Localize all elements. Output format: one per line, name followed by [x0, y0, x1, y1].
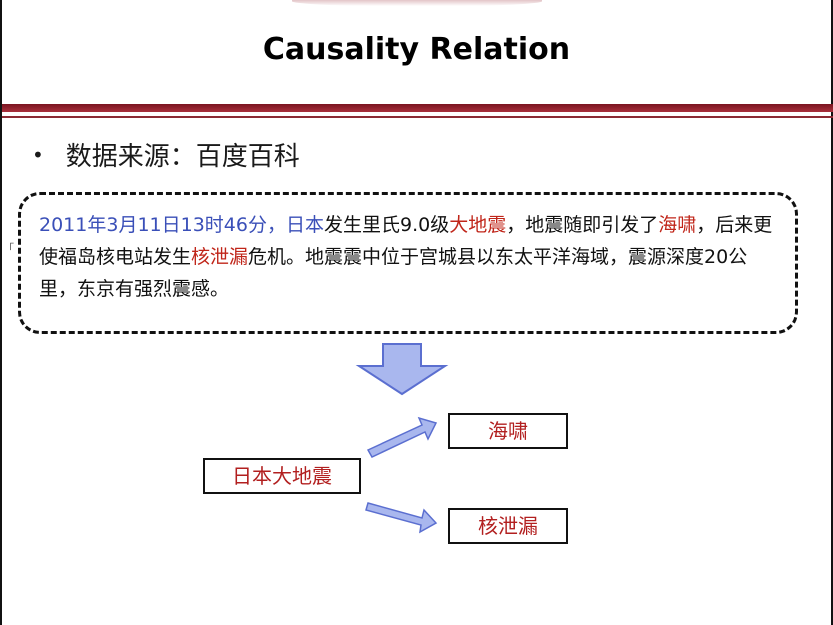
arrow-to-effect-1-icon [366, 416, 438, 458]
causality-diagram [355, 343, 449, 534]
effect-node-nuclear-leak: 核泄漏 [448, 508, 568, 544]
down-arrow-icon [355, 343, 449, 396]
effect-node-tsunami: 海啸 [448, 413, 568, 449]
arrow-to-effect-2-icon [365, 502, 438, 534]
cause-node: 日本大地震 [203, 458, 361, 494]
slide: Causality Relation • 数据来源：百度百科 「 2011年3月1… [0, 0, 833, 625]
